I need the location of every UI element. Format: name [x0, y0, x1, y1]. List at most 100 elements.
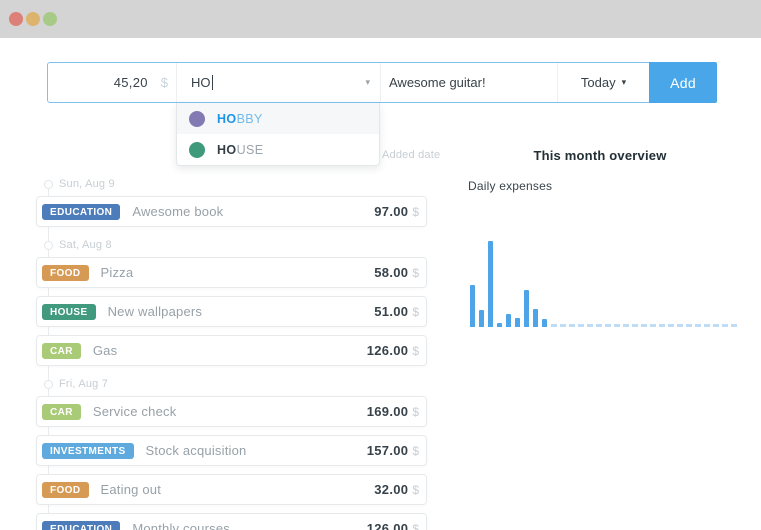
currency-symbol: $ [412, 304, 419, 319]
expense-amount: 58.00 [374, 265, 409, 280]
chart-empty-day-dash [686, 324, 692, 327]
chevron-down-icon[interactable]: ▾ [365, 77, 370, 88]
description-field[interactable]: Awesome guitar! [381, 63, 558, 102]
category-value[interactable]: HO [191, 75, 211, 90]
chart-empty-day-dash [614, 324, 620, 327]
currency-symbol: $ [160, 75, 168, 90]
chart-empty-day-dash [560, 324, 566, 327]
dropdown-item-hobby[interactable]: HOBBY [177, 103, 379, 134]
chart-bar [488, 241, 493, 327]
amount-field[interactable]: 45,20 $ [48, 63, 177, 102]
category-color-icon [189, 110, 205, 127]
chart-empty-day-dash [569, 324, 575, 327]
app-window: 45,20 $ HO ▾ Awesome guitar! Today ▾ Add… [0, 0, 761, 530]
chart-bar [470, 285, 475, 327]
date-header: Fri, Aug 7 [36, 378, 427, 390]
expense-list: Sun, Aug 9 EDUCATION Awesome book 97.00 $ Sat… [36, 174, 427, 530]
category-badge: FOOD [42, 264, 89, 281]
expense-description: Awesome book [132, 204, 224, 219]
category-field[interactable]: HO ▾ [177, 63, 381, 102]
expense-row[interactable]: CAR Service check 169.00 $ [36, 396, 427, 427]
expense-row[interactable]: HOUSE New wallpapers 51.00 $ [36, 296, 427, 327]
chart-empty-day-dash [632, 324, 638, 327]
category-badge: INVESTMENTS [42, 442, 134, 459]
window-titlebar [0, 0, 761, 38]
currency-symbol: $ [412, 443, 419, 458]
date-label: Fri, Aug 7 [59, 378, 109, 390]
expense-description: New wallpapers [107, 304, 203, 319]
minimize-window-icon[interactable] [26, 12, 40, 26]
dropdown-item-label: HOBBY [217, 111, 263, 126]
close-window-icon[interactable] [9, 12, 23, 26]
chart-empty-day-dash [596, 324, 602, 327]
currency-symbol: $ [412, 343, 419, 358]
text-cursor [211, 75, 213, 90]
currency-symbol: $ [412, 204, 419, 219]
chart-empty-day-dash [668, 324, 674, 327]
expense-row[interactable]: EDUCATION Monthly courses 126.00 $ [36, 513, 427, 530]
chart-label: Daily expenses [468, 179, 553, 193]
expense-row[interactable]: CAR Gas 126.00 $ [36, 335, 427, 366]
currency-symbol: $ [412, 521, 419, 530]
dropdown-item-label: HOUSE [217, 142, 264, 157]
chart-bar [524, 290, 529, 327]
currency-symbol: $ [412, 404, 419, 419]
expense-description: Gas [92, 343, 118, 358]
amount-value[interactable]: 45,20 [58, 75, 148, 90]
chart-empty-day-dash [659, 324, 665, 327]
date-label: Sat, Aug 8 [59, 239, 112, 251]
chart-empty-day-dash [551, 324, 557, 327]
expense-row[interactable]: INVESTMENTS Stock acquisition 157.00 $ [36, 435, 427, 466]
date-header: Sat, Aug 8 [36, 239, 427, 251]
expense-amount: 32.00 [374, 482, 409, 497]
category-badge: HOUSE [42, 303, 96, 320]
date-header: Sun, Aug 9 [36, 178, 427, 190]
expense-description: Monthly courses [132, 521, 230, 530]
description-value[interactable]: Awesome guitar! [389, 75, 486, 90]
maximize-window-icon[interactable] [43, 12, 57, 26]
chart-bar [497, 323, 502, 327]
expense-amount: 97.00 [374, 204, 409, 219]
expense-row[interactable]: FOOD Pizza 58.00 $ [36, 257, 427, 288]
date-select[interactable]: Today ▾ [558, 63, 649, 102]
chart-bar [542, 319, 547, 327]
chart-empty-day-dash [713, 324, 719, 327]
date-value[interactable]: Today [581, 75, 616, 90]
dropdown-item-house[interactable]: HOUSE [177, 134, 379, 165]
chart-bar [479, 310, 484, 327]
expense-amount: 126.00 [366, 343, 409, 358]
expense-description: Stock acquisition [145, 443, 247, 458]
chart-bar [515, 318, 520, 327]
overview-title: This month overview [533, 148, 667, 163]
currency-symbol: $ [412, 482, 419, 497]
chart-bar [533, 309, 538, 327]
added-date-column-header: Added date [382, 149, 441, 161]
chart-empty-day-dash [605, 324, 611, 327]
timeline-dot-icon [44, 240, 53, 250]
category-badge: FOOD [42, 481, 89, 498]
category-color-icon [189, 141, 205, 158]
chart-empty-day-dash [623, 324, 629, 327]
chevron-down-icon: ▾ [621, 77, 627, 87]
chart-empty-day-dash [641, 324, 647, 327]
chart-empty-day-dash [704, 324, 710, 327]
expense-amount: 169.00 [366, 404, 409, 419]
chart-empty-day-dash [650, 324, 656, 327]
chart-bar [506, 314, 511, 327]
add-button[interactable]: Add [649, 62, 717, 103]
expense-amount: 51.00 [374, 304, 409, 319]
expense-amount: 157.00 [366, 443, 409, 458]
chart-empty-day-dash [731, 324, 737, 327]
daily-expenses-chart [470, 240, 746, 327]
timeline-dot-icon [44, 179, 53, 189]
timeline-dot-icon [44, 379, 53, 389]
chart-empty-day-dash [587, 324, 593, 327]
expense-description: Service check [92, 404, 177, 419]
currency-symbol: $ [412, 265, 419, 280]
date-label: Sun, Aug 9 [59, 178, 115, 190]
chart-empty-day-dash [578, 324, 584, 327]
new-expense-form: 45,20 $ HO ▾ Awesome guitar! Today ▾ Add [47, 62, 717, 103]
expense-row[interactable]: EDUCATION Awesome book 97.00 $ [36, 196, 427, 227]
expense-row[interactable]: FOOD Eating out 32.00 $ [36, 474, 427, 505]
chart-empty-day-dash [695, 324, 701, 327]
